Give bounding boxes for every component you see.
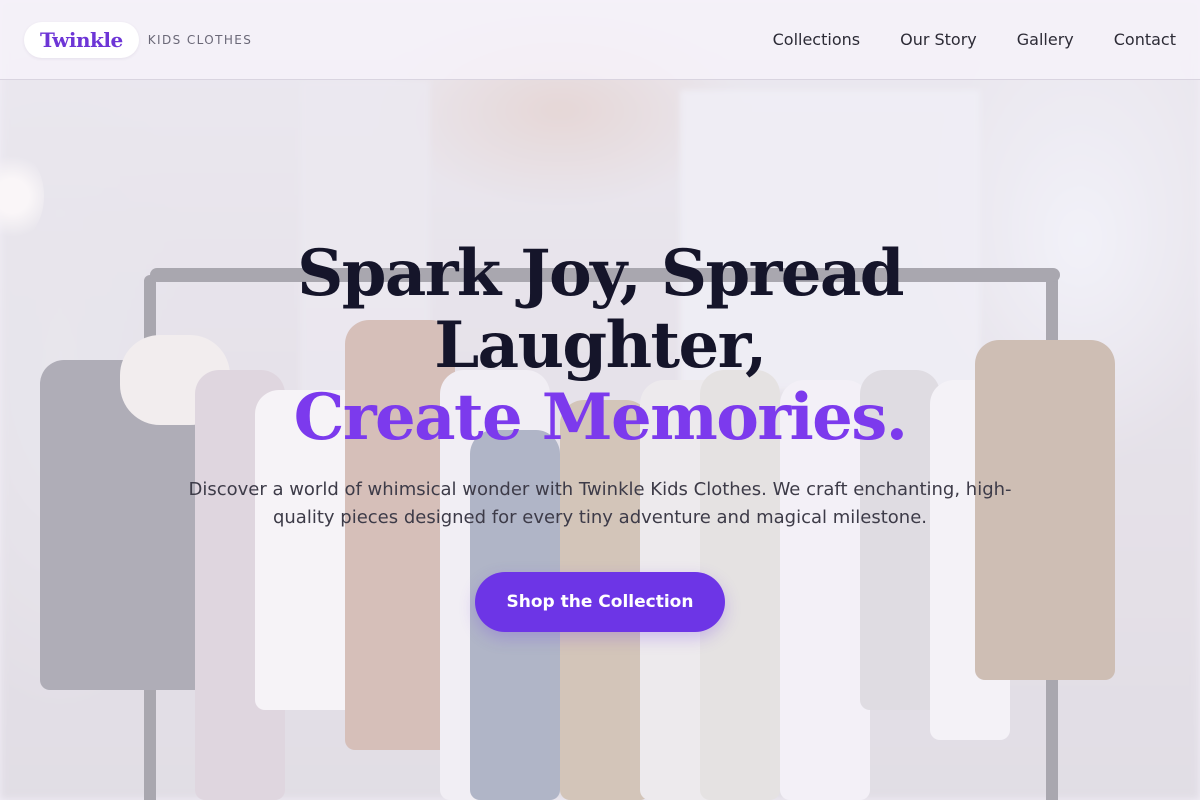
headline-accent: Create Memories. [293,380,908,455]
hero-headline: Spark Joy, Spread Laughter, Create Memor… [0,238,1200,454]
headline-line-1: Spark Joy, Spread [297,236,904,311]
hero-subtext: Discover a world of whimsical wonder wit… [188,479,1012,528]
logo-text: Twinkle [40,27,123,52]
main-nav: Collections Our Story Gallery Contact [773,30,1176,49]
nav-link-collections[interactable]: Collections [773,30,860,49]
nav-link-contact[interactable]: Contact [1114,30,1176,49]
headline-line-2: Laughter, [434,308,767,383]
shop-collection-button[interactable]: Shop the Collection [475,572,725,632]
logo-link[interactable]: Twinkle [24,21,139,58]
brand: Twinkle KIDS CLOTHES [24,21,253,58]
nav-link-gallery[interactable]: Gallery [1017,30,1074,49]
nav-link-our-story[interactable]: Our Story [900,30,977,49]
hero-section: Spark Joy, Spread Laughter, Create Memor… [0,238,1200,632]
site-header: Twinkle KIDS CLOTHES Collections Our Sto… [0,0,1200,80]
brand-tagline: KIDS CLOTHES [147,32,253,47]
